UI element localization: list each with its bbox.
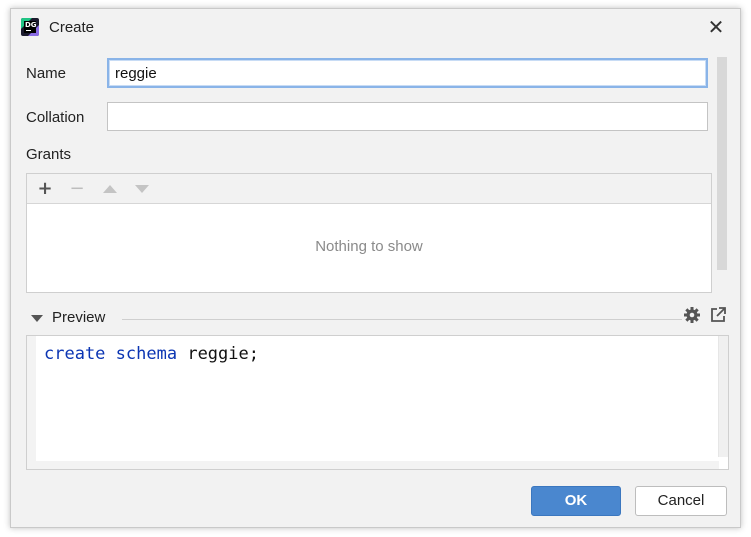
preview-header: Preview xyxy=(26,305,727,329)
editor-horizontal-scrollbar[interactable] xyxy=(36,461,719,469)
gear-icon[interactable] xyxy=(682,305,702,325)
name-label: Name xyxy=(26,65,67,82)
sql-preview-editor[interactable]: create schema reggie; xyxy=(26,335,729,470)
preview-separator xyxy=(122,319,682,320)
add-icon[interactable]: + xyxy=(35,179,55,199)
collation-label: Collation xyxy=(26,109,85,126)
grants-label: Grants xyxy=(26,146,72,163)
collapse-triangle-icon[interactable] xyxy=(31,315,43,322)
editor-vertical-scrollbar[interactable] xyxy=(718,336,728,457)
form-scrollbar[interactable] xyxy=(717,57,727,270)
collation-input[interactable] xyxy=(107,102,708,131)
title-bar: DG Create ✕ xyxy=(11,9,740,47)
name-input[interactable] xyxy=(107,58,708,88)
grants-table: + − Nothing to show xyxy=(26,173,712,293)
open-in-editor-icon[interactable] xyxy=(708,305,728,325)
sql-code-line: create schema reggie; xyxy=(44,344,259,364)
datagrip-app-icon: DG xyxy=(21,18,39,36)
cancel-button[interactable]: Cancel xyxy=(635,486,727,516)
ok-button[interactable]: OK xyxy=(531,486,621,516)
editor-gutter xyxy=(27,336,36,469)
move-up-icon[interactable] xyxy=(103,185,117,193)
create-dialog: DG Create ✕ Name Collation Grants + − No… xyxy=(10,8,741,528)
grants-toolbar: + − xyxy=(27,174,711,204)
move-down-icon[interactable] xyxy=(135,185,149,193)
dialog-title: Create xyxy=(49,19,95,36)
empty-grants-text: Nothing to show xyxy=(315,238,423,255)
close-icon[interactable]: ✕ xyxy=(706,17,726,37)
preview-label: Preview xyxy=(52,309,106,326)
remove-icon[interactable]: − xyxy=(67,179,87,199)
